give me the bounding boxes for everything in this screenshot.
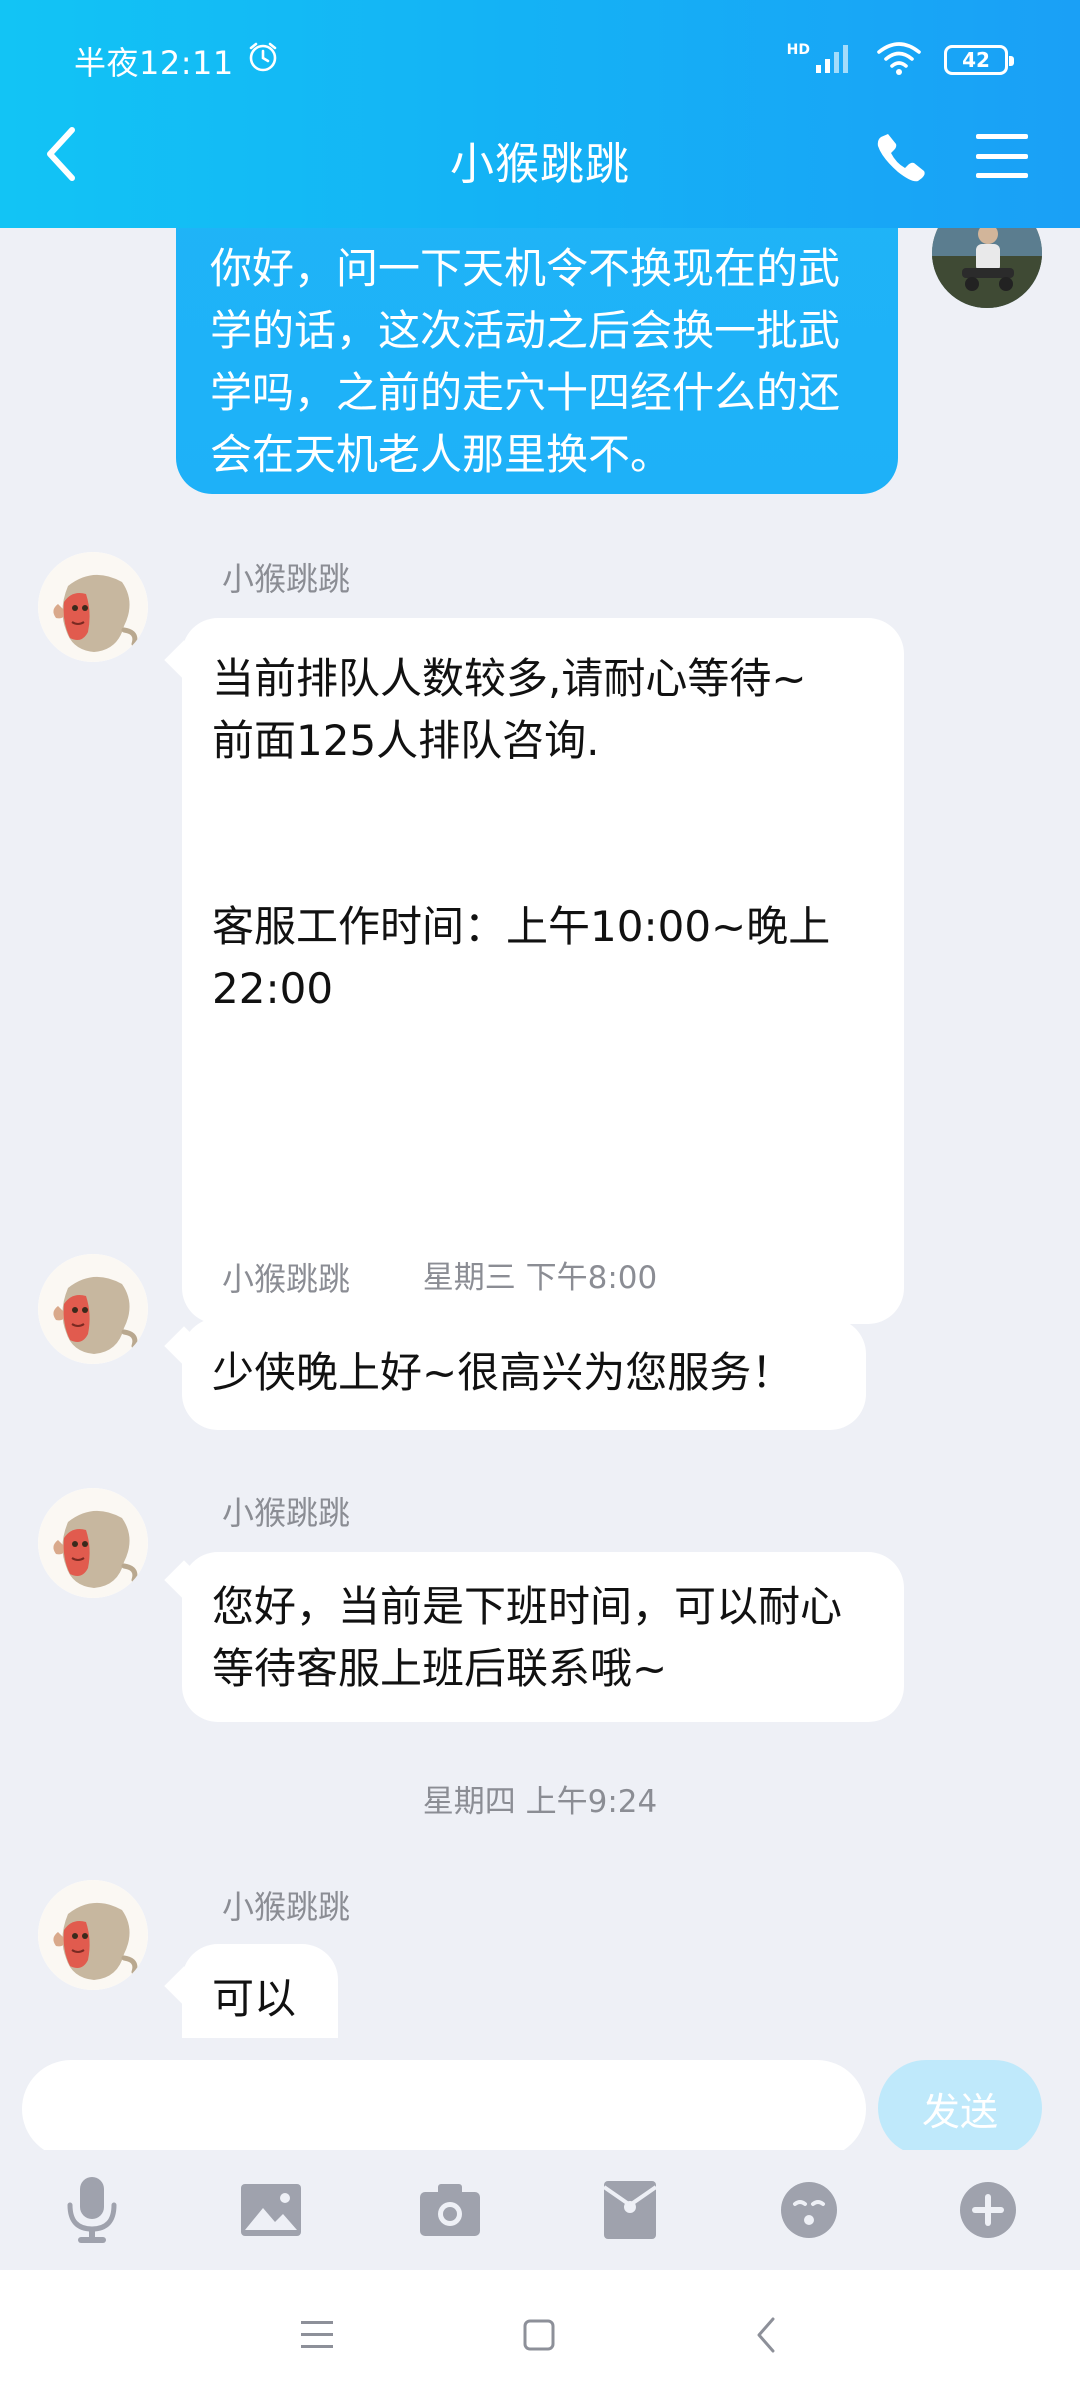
camera-icon xyxy=(420,2184,481,2236)
timestamp: 星期四 上午9:24 xyxy=(422,1784,658,1820)
contact-avatar[interactable] xyxy=(38,1880,148,1990)
monkey-avatar-icon xyxy=(38,1254,148,1364)
contact-avatar[interactable] xyxy=(38,552,148,662)
menu-line xyxy=(976,153,1028,159)
status-time: 半夜12:11 xyxy=(74,38,280,84)
battery-level: 42 xyxy=(962,48,990,72)
plus-icon xyxy=(959,2182,1016,2238)
timestamp: 星期三 下午8:00 xyxy=(422,1260,658,1296)
menu-icon xyxy=(301,2321,333,2348)
camera-button[interactable] xyxy=(410,2170,490,2250)
message-text: 你好，问一下天机令不换现在的武学的话，这次活动之后会换一批武学吗，之前的走穴十四… xyxy=(210,244,841,479)
image-button[interactable] xyxy=(231,2170,311,2250)
my-avatar[interactable] xyxy=(932,228,1042,308)
system-nav-bar xyxy=(0,2270,1080,2400)
phone-icon xyxy=(877,134,925,182)
monkey-avatar-icon xyxy=(38,552,148,662)
red-packet-button[interactable] xyxy=(590,2170,670,2250)
system-back-button[interactable] xyxy=(742,2310,792,2360)
send-button[interactable]: 发送 xyxy=(878,2060,1042,2156)
voice-button[interactable] xyxy=(52,2170,132,2250)
monkey-avatar-icon xyxy=(38,1880,148,1990)
input-row: 发送 xyxy=(0,2038,1080,2158)
message-text: 少侠晚上好~很高兴为您服务！ xyxy=(212,1348,794,1397)
message-bubble-outgoing[interactable]: 你好，问一下天机令不换现在的武学的话，这次活动之后会换一批武学吗，之前的走穴十四… xyxy=(176,228,898,494)
status-time-text: 半夜12:11 xyxy=(74,44,234,82)
message-bubble-incoming[interactable]: 少侠晚上好~很高兴为您服务！ xyxy=(182,1318,866,1430)
signal-icon xyxy=(814,41,854,79)
monkey-avatar-icon xyxy=(38,1488,148,1598)
message-input[interactable] xyxy=(22,2060,866,2158)
message-bubble-incoming[interactable]: 您好，当前是下班时间，可以耐心等待客服上班后联系哦~ xyxy=(182,1552,904,1722)
menu-line xyxy=(976,134,1028,139)
message-text: 您好，当前是下班时间，可以耐心等待客服上班后联系哦~ xyxy=(212,1582,843,1693)
chat-area[interactable]: 你好，问一下天机令不换现在的武学的话，这次活动之后会换一批武学吗，之前的走穴十四… xyxy=(0,228,1080,2038)
sender-name: 小猴跳跳 xyxy=(222,560,351,598)
recent-apps-button[interactable] xyxy=(292,2310,342,2360)
emoji-button[interactable] xyxy=(769,2170,849,2250)
sender-name: 小猴跳跳 xyxy=(222,1494,351,1532)
back-icon xyxy=(757,2317,775,2353)
contact-avatar[interactable] xyxy=(38,1488,148,1598)
contact-avatar[interactable] xyxy=(38,1254,148,1364)
status-icons: HD 42 xyxy=(786,38,1014,82)
sender-name: 小猴跳跳 xyxy=(222,1260,351,1298)
home-button[interactable] xyxy=(514,2310,564,2360)
header: 半夜12:11 HD 42 小猴跳跳 xyxy=(0,0,1080,228)
message-bubble-incoming[interactable]: 当前排队人数较多,请耐心等待~ 前面125人排队咨询. 客服工作时间：上午10:… xyxy=(182,618,904,1324)
message-bubble-incoming[interactable]: 可以 xyxy=(182,1944,338,2038)
menu-line xyxy=(976,173,1028,178)
home-icon xyxy=(523,2319,555,2351)
emoji-icon xyxy=(780,2182,837,2238)
user-photo-icon xyxy=(932,228,1042,308)
wifi-icon xyxy=(876,40,922,80)
sender-name: 小猴跳跳 xyxy=(222,1888,351,1926)
red-packet-icon xyxy=(602,2181,657,2239)
message-text: 可以 xyxy=(212,1974,297,2023)
call-button[interactable] xyxy=(872,126,932,186)
battery-icon: 42 xyxy=(944,45,1014,75)
image-icon xyxy=(241,2184,302,2236)
network-type: HD xyxy=(786,42,810,58)
alarm-icon xyxy=(246,40,280,82)
menu-button[interactable] xyxy=(974,128,1030,184)
input-toolbar xyxy=(0,2150,1080,2270)
microphone-icon xyxy=(67,2177,117,2243)
more-button[interactable] xyxy=(948,2170,1028,2250)
message-text: 当前排队人数较多,请耐心等待~ 前面125人排队咨询. 客服工作时间：上午10:… xyxy=(212,654,831,1013)
